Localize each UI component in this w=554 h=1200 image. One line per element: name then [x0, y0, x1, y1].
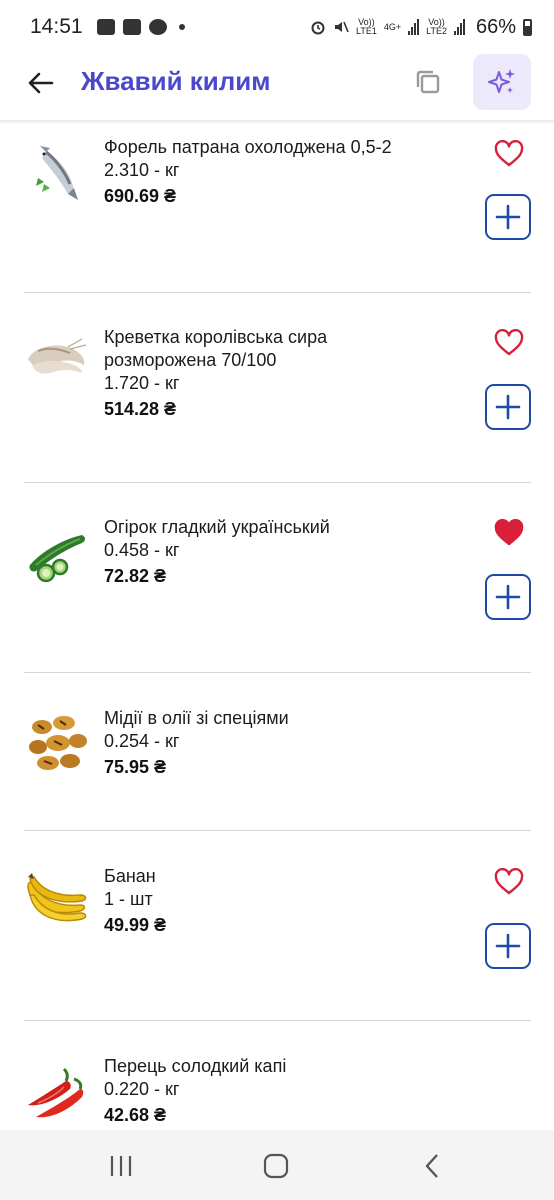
item-name: Мідії в олії зі спеціями [104, 708, 289, 728]
list-item[interactable]: Перець солодкий капі 0.220 - кг 42.68 ₴ [0, 1021, 554, 1130]
heart-filled-icon[interactable] [494, 519, 524, 547]
app-header: Жвавий килим [0, 54, 554, 116]
product-list: Форель патрана охолоджена 0,5-2 2.310 - … [0, 124, 554, 1130]
status-right: Vo)) LTE1 4G+ Vo)) LTE2 66% [310, 16, 532, 39]
item-quantity: 1.720 - кг [104, 373, 180, 393]
navigation-icon [148, 19, 167, 35]
add-to-cart-button[interactable] [485, 574, 531, 620]
heart-outline-icon[interactable] [494, 868, 524, 896]
list-item[interactable]: Огірок гладкий український 0.458 - кг 72… [0, 483, 554, 672]
shrimp-image [28, 338, 87, 374]
back-chevron-icon [425, 1154, 438, 1178]
alarm-icon [311, 21, 325, 35]
system-nav-bar [0, 1130, 554, 1200]
battery-percent: 66% [475, 15, 516, 38]
mussels-image [29, 716, 87, 770]
back-button[interactable] [26, 68, 56, 98]
recents-icon [110, 1156, 132, 1176]
banana-image [27, 873, 87, 922]
heart-outline-icon[interactable] [494, 140, 524, 168]
item-price: 42.68 ₴ [104, 1105, 167, 1125]
gallery-icon [96, 19, 115, 35]
plus-icon [495, 584, 521, 610]
arrow-left-icon [28, 72, 54, 94]
item-price: 690.69 ₴ [104, 186, 177, 206]
pepper-image [28, 1067, 84, 1118]
item-price: 75.95 ₴ [104, 757, 167, 777]
list-item[interactable]: Форель патрана охолоджена 0,5-2 2.310 - … [0, 124, 554, 292]
copy-icon [416, 70, 440, 94]
plus-icon [495, 394, 521, 420]
item-name: Банан [104, 866, 156, 886]
mute-icon [335, 21, 349, 33]
more-notifications-icon [178, 24, 185, 30]
item-quantity: 0.220 - кг [104, 1079, 180, 1099]
ai-assistant-button[interactable] [473, 54, 531, 110]
battery-icon [523, 18, 532, 36]
status-time: 14:51 [30, 15, 83, 38]
trout-image [36, 146, 78, 200]
item-quantity: 2.310 - кг [104, 160, 180, 180]
network-lte1: Vo)) LTE1 [356, 17, 377, 36]
list-item[interactable]: Банан 1 - шт 49.99 ₴ [0, 831, 554, 1020]
item-price: 514.28 ₴ [104, 399, 177, 419]
add-to-cart-button[interactable] [485, 384, 531, 430]
system-back-button[interactable] [412, 1150, 452, 1182]
item-name: Форель патрана охолоджена 0,5-2 [104, 137, 392, 157]
recents-button[interactable] [101, 1150, 141, 1182]
page-title: Жвавий килим [81, 66, 271, 96]
signal-2-icon [453, 19, 465, 35]
status-left: 14:51 [30, 15, 185, 39]
list-item[interactable]: Креветка королівська сира розморожена 70… [0, 293, 554, 482]
list-item[interactable]: Мідії в олії зі спеціями 0.254 - кг 75.9… [0, 673, 554, 830]
item-name: Огірок гладкий український [104, 517, 330, 537]
network-4g: 4G+ [383, 21, 402, 32]
plus-icon [495, 933, 521, 959]
item-quantity: 0.458 - кг [104, 540, 180, 560]
youtube-icon [122, 19, 141, 35]
home-icon [263, 1153, 289, 1179]
status-bar: 14:51 Vo)) LTE1 4G+ Vo)) LTE2 66% [0, 0, 554, 54]
item-quantity: 0.254 - кг [104, 731, 180, 751]
sparkles-icon [488, 69, 515, 93]
item-name: Креветка королівська сира розморожена 70… [104, 327, 328, 370]
signal-1-icon [408, 19, 420, 35]
item-price: 72.82 ₴ [104, 566, 167, 586]
add-to-cart-button[interactable] [485, 923, 531, 969]
heart-outline-icon[interactable] [494, 329, 524, 357]
home-button[interactable] [256, 1150, 296, 1182]
plus-icon [495, 204, 521, 230]
copy-list-button[interactable] [414, 68, 442, 96]
add-to-cart-button[interactable] [485, 194, 531, 240]
network-lte2: Vo)) LTE2 [426, 17, 447, 36]
item-name: Перець солодкий капі [104, 1056, 287, 1076]
item-price: 49.99 ₴ [104, 915, 167, 935]
item-quantity: 1 - шт [104, 889, 153, 909]
cucumber-image [29, 535, 86, 583]
